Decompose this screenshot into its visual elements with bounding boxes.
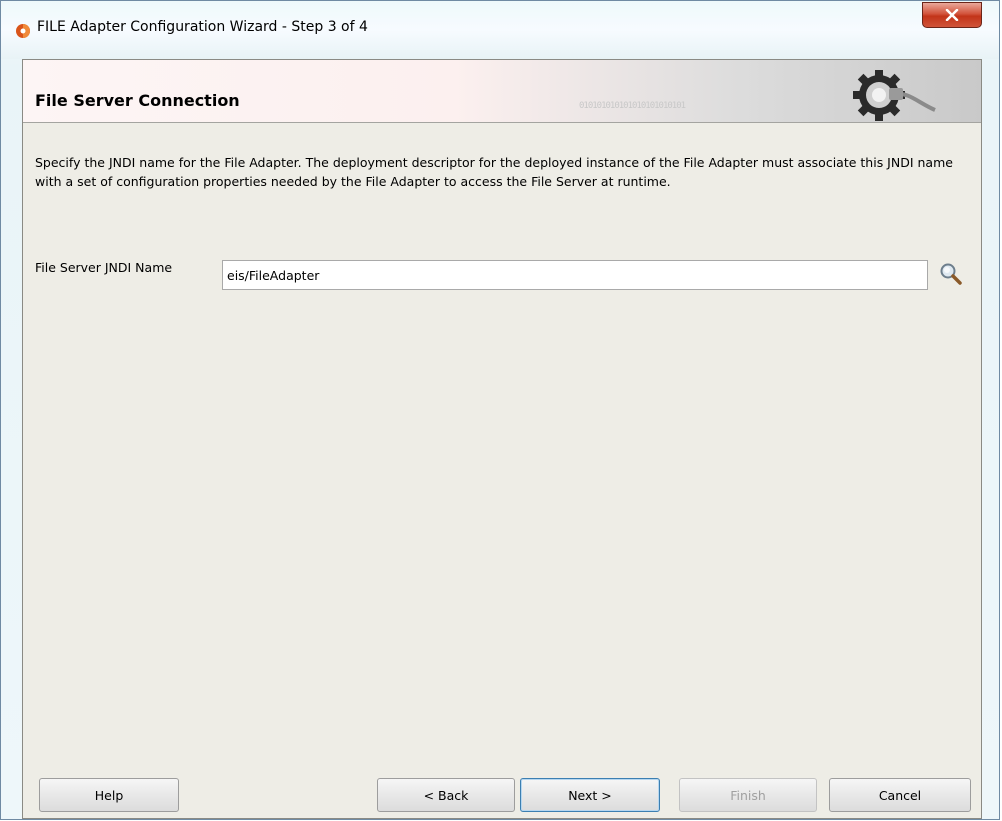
oracle-app-icon	[16, 24, 30, 38]
finish-button[interactable]: Finish	[679, 778, 817, 812]
page-title: File Server Connection	[35, 91, 240, 110]
close-icon	[945, 9, 959, 21]
wizard-header: File Server Connection 01010101010101010…	[23, 60, 981, 123]
description-text: Specify the JNDI name for the File Adapt…	[35, 155, 953, 189]
wizard-content: File Server Connection 01010101010101010…	[22, 59, 982, 819]
help-button[interactable]: Help	[39, 778, 179, 812]
title-bar: FILE Adapter Configuration Wizard - Step…	[1, 1, 999, 59]
binary-decoration: 010101010101010101010101	[579, 101, 686, 111]
gear-icon	[853, 70, 936, 121]
next-button[interactable]: Next >	[520, 778, 660, 812]
close-button[interactable]	[922, 2, 982, 28]
wizard-window: FILE Adapter Configuration Wizard - Step…	[0, 0, 1000, 820]
back-button[interactable]: < Back	[377, 778, 515, 812]
jndi-name-label: File Server JNDI Name	[35, 260, 173, 275]
jndi-name-input[interactable]	[222, 260, 928, 290]
search-icon	[940, 263, 962, 285]
cancel-button[interactable]: Cancel	[829, 778, 971, 812]
window-title: FILE Adapter Configuration Wizard - Step…	[37, 19, 368, 35]
jndi-search-button[interactable]	[937, 260, 965, 288]
